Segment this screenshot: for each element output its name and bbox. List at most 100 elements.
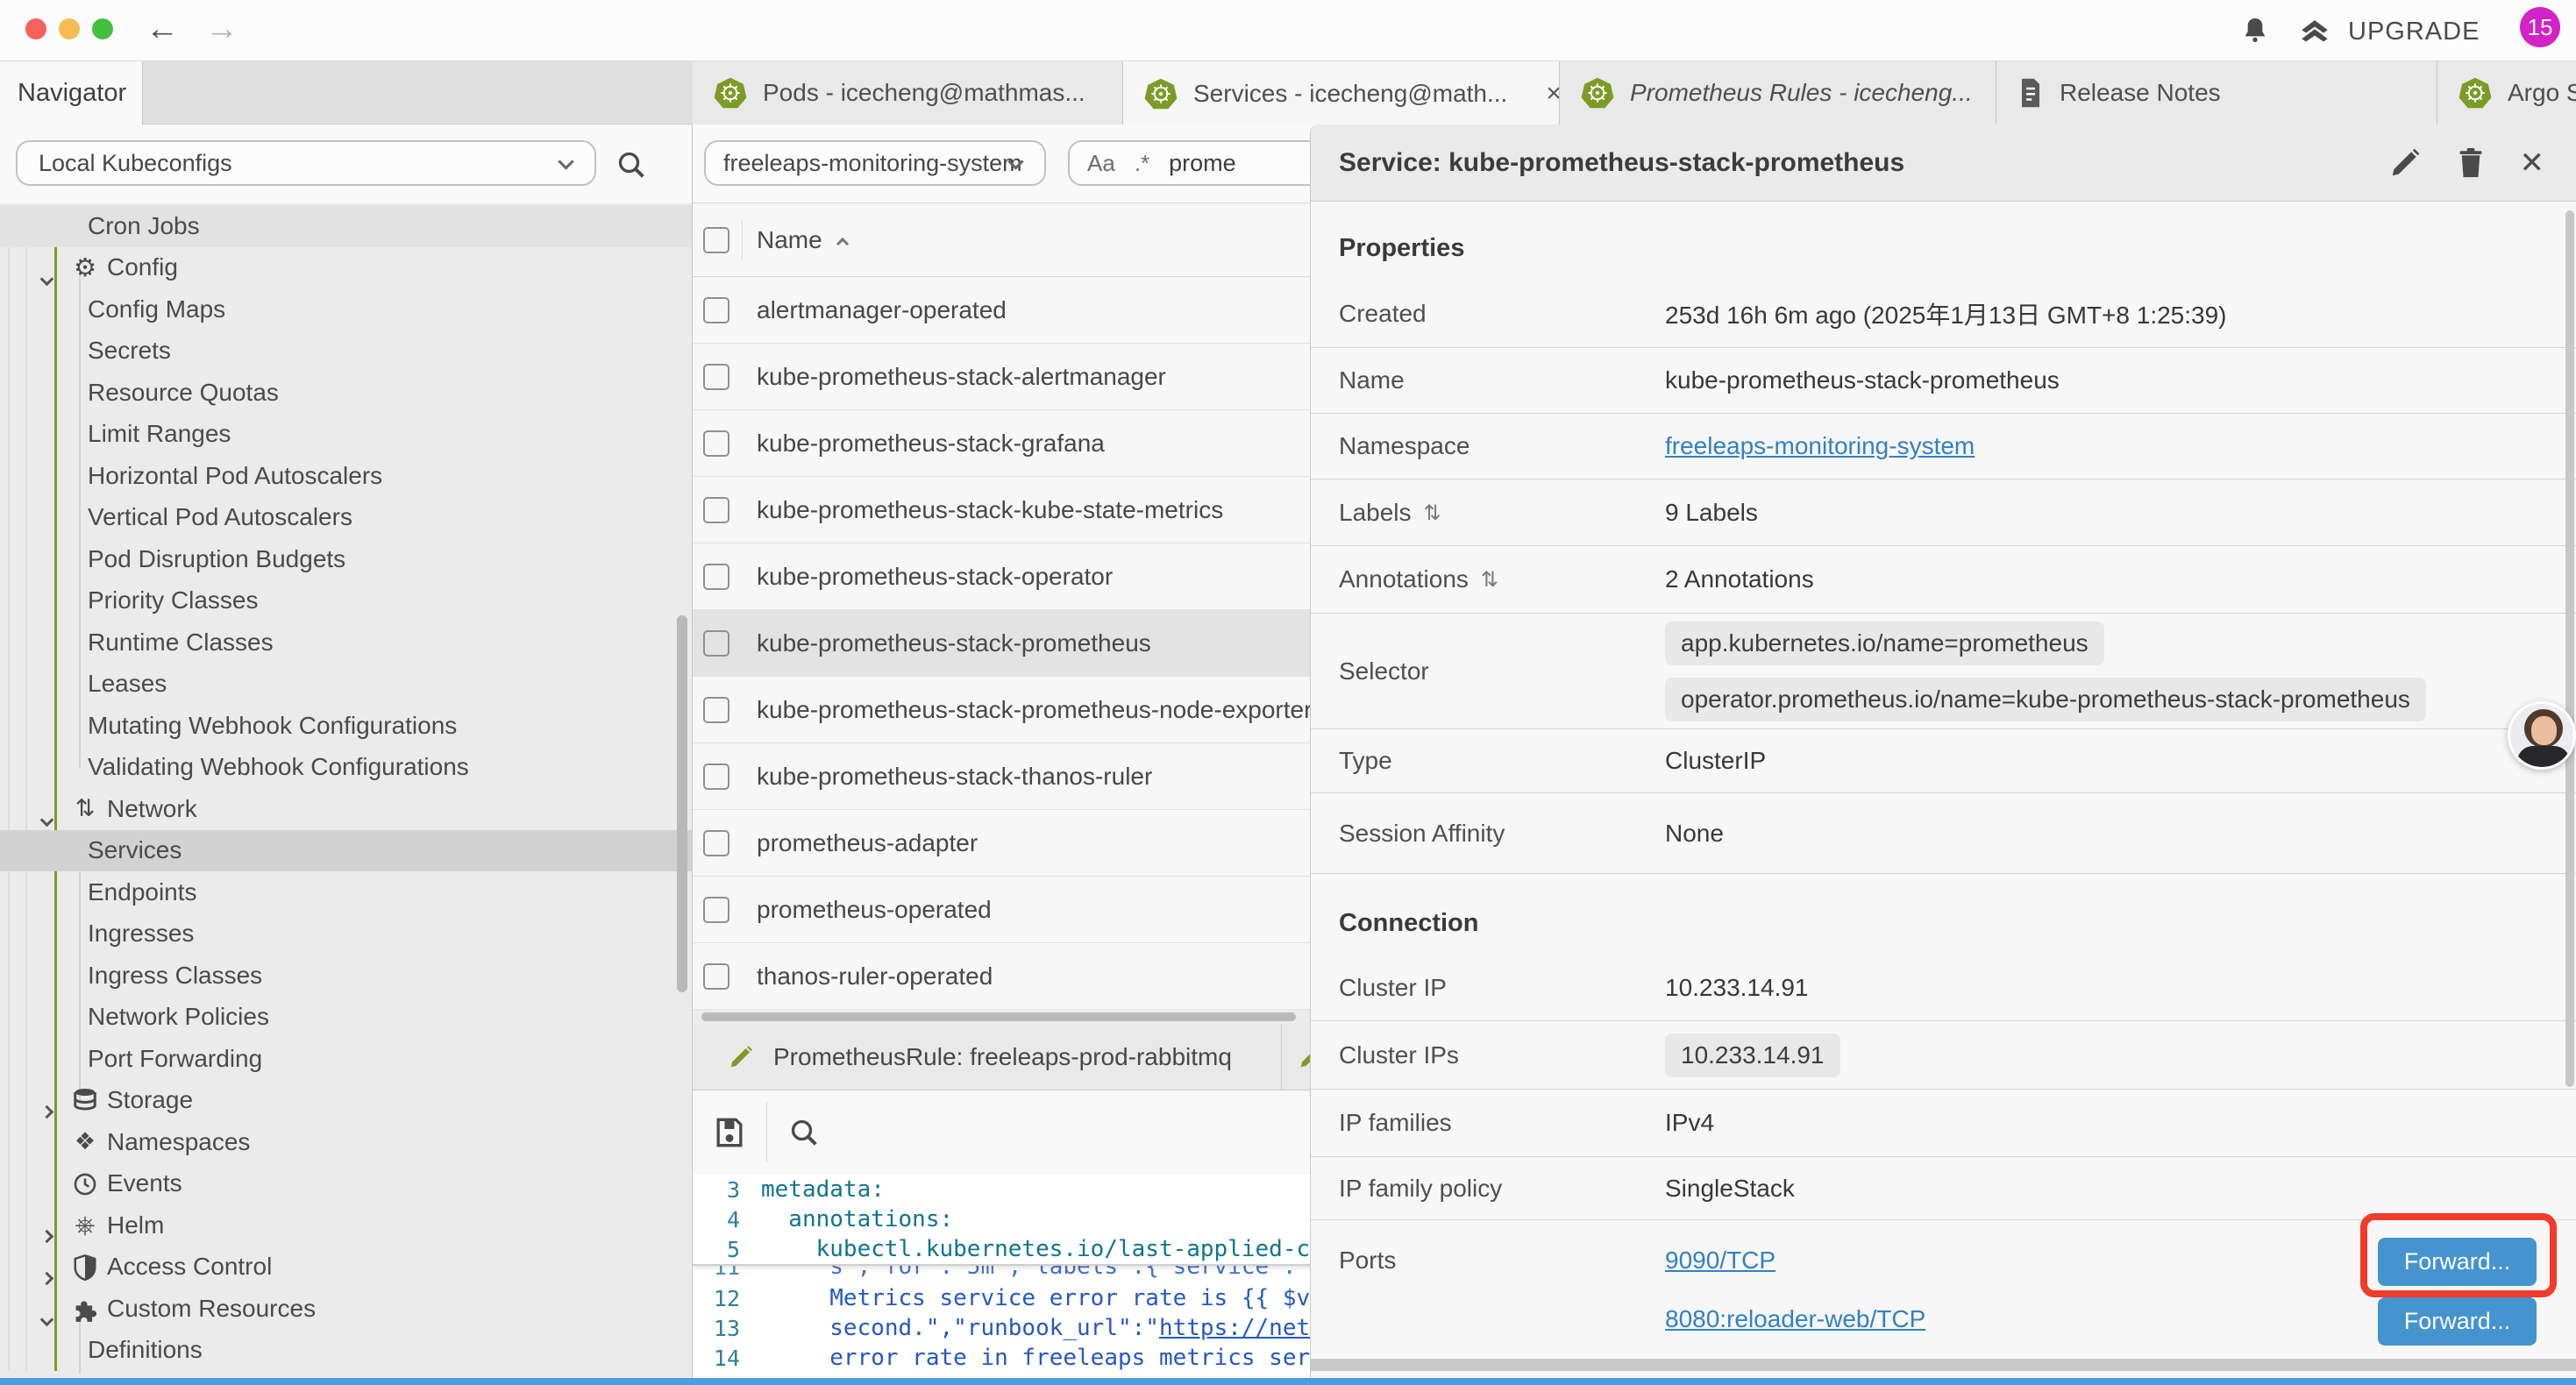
chevron-down-icon[interactable]	[42, 262, 52, 290]
sidebar-item-events[interactable]: Events	[0, 1163, 692, 1205]
forward-button[interactable]: →	[200, 7, 244, 51]
table-row[interactable]: kube-prometheus-stack-grafana	[693, 410, 1310, 477]
edit-pencil-icon[interactable]	[2388, 146, 2422, 180]
row-checkbox[interactable]	[703, 764, 729, 790]
row-checkbox[interactable]	[703, 963, 729, 990]
sidebar-item-access-control[interactable]: Access Control	[0, 1246, 692, 1289]
chevron-right-icon[interactable]	[42, 1219, 52, 1247]
sort-updown-icon[interactable]: ⇅	[1481, 567, 1498, 592]
port-link[interactable]: 8080:reloader-web/TCP	[1665, 1305, 1925, 1333]
sidebar-item-config-maps[interactable]: Config Maps	[0, 288, 692, 330]
tab-prometheus[interactable]: Prometheus Rules - icecheng...	[1560, 61, 1996, 124]
sidebar-item-vertical-pod-autoscalers[interactable]: Vertical Pod Autoscalers	[0, 497, 692, 539]
table-horizontal-scrollbar[interactable]	[693, 1010, 1310, 1024]
table-row[interactable]: prometheus-adapter	[693, 810, 1310, 877]
sidebar-item-ingress-classes[interactable]: Ingress Classes	[0, 955, 692, 997]
sidebar-item-horizontal-pod-autoscalers[interactable]: Horizontal Pod Autoscalers	[0, 455, 692, 497]
sidebar-item-endpoints[interactable]: Endpoints	[0, 871, 692, 913]
row-checkbox[interactable]	[703, 697, 729, 723]
navigator-panel-tab[interactable]: Navigator	[0, 61, 143, 124]
yaml-editor[interactable]: 3metadata:4 annotations:5 kubectl.kubern…	[693, 1175, 1310, 1378]
namespace-selector[interactable]: freeleaps-monitoring-system	[704, 140, 1046, 186]
sidebar-item-config[interactable]: ⚙Config	[0, 247, 692, 289]
table-row[interactable]: kube-prometheus-stack-kube-state-metrics	[693, 477, 1310, 543]
sidebar-item-validating-webhook-configurations[interactable]: Validating Webhook Configurations	[0, 747, 692, 789]
chevron-down-icon[interactable]	[42, 803, 52, 831]
tab-release[interactable]: Release Notes	[1996, 61, 2437, 124]
regex-icon[interactable]: .*	[1135, 150, 1149, 177]
table-row[interactable]: thanos-ruler-operated	[693, 943, 1310, 1010]
sidebar-item-leases[interactable]: Leases	[0, 664, 692, 706]
table-row[interactable]: kube-prometheus-stack-alertmanager	[693, 344, 1310, 410]
table-row[interactable]: alertmanager-operated	[693, 277, 1310, 344]
sidebar-item-network-policies[interactable]: Network Policies	[0, 997, 692, 1039]
scrollbar-thumb[interactable]	[701, 1012, 1296, 1021]
row-checkbox[interactable]	[703, 497, 729, 523]
sidebar-item-cron-jobs[interactable]: Cron Jobs	[0, 205, 692, 247]
sidebar-item-definitions[interactable]: Definitions	[0, 1330, 692, 1372]
sidebar-item-namespaces[interactable]: ❖Namespaces	[0, 1121, 692, 1163]
forward-button[interactable]: Forward...	[2378, 1297, 2537, 1346]
row-checkbox[interactable]	[703, 630, 729, 657]
sidebar-item-mutating-webhook-configurations[interactable]: Mutating Webhook Configurations	[0, 705, 692, 747]
port-link[interactable]: 9090/TCP	[1665, 1246, 1925, 1275]
sidebar-scrollbar[interactable]	[677, 615, 687, 992]
chevron-right-icon[interactable]	[42, 1261, 52, 1289]
notifications-bell-icon[interactable]	[2238, 14, 2273, 49]
sidebar-item-runtime-classes[interactable]: Runtime Classes	[0, 621, 692, 664]
match-case-icon[interactable]: Aa	[1087, 150, 1115, 177]
table-row[interactable]: kube-prometheus-stack-prometheus	[693, 610, 1310, 677]
sidebar-item-resource-quotas[interactable]: Resource Quotas	[0, 372, 692, 414]
row-checkbox[interactable]	[703, 430, 729, 457]
sidebar-item-ingresses[interactable]: Ingresses	[0, 913, 692, 955]
table-row[interactable]: kube-prometheus-stack-prometheus-node-ex…	[693, 677, 1310, 743]
tab-pods[interactable]: Pods - icecheng@mathmas...	[693, 61, 1123, 124]
select-all-checkbox[interactable]	[703, 227, 729, 253]
sidebar-item-priority-classes[interactable]: Priority Classes	[0, 580, 692, 622]
sidebar-item-secrets[interactable]: Secrets	[0, 330, 692, 373]
sidebar-item-services[interactable]: Services	[0, 830, 692, 872]
sidebar-item-limit-ranges[interactable]: Limit Ranges	[0, 414, 692, 456]
namespace-link[interactable]: freeleaps-monitoring-system	[1665, 432, 1975, 459]
user-avatar[interactable]	[2508, 701, 2576, 770]
delete-trash-icon[interactable]	[2455, 146, 2487, 180]
name-column-header[interactable]: Name	[757, 226, 822, 254]
table-row[interactable]: kube-prometheus-stack-thanos-ruler	[693, 743, 1310, 810]
detail-scrollbar[interactable]	[2565, 210, 2574, 1087]
tab-argo[interactable]: Argo Se	[2437, 61, 2576, 124]
editor-search-icon[interactable]	[786, 1115, 822, 1150]
upgrade-button[interactable]: UPGRADE	[2295, 12, 2480, 51]
window-minimize-button[interactable]	[59, 18, 80, 39]
table-row[interactable]: kube-prometheus-stack-operator	[693, 543, 1310, 610]
sort-ascending-icon[interactable]	[836, 237, 849, 249]
sidebar-search-icon[interactable]	[614, 147, 649, 182]
editor-tab-partial[interactable]	[1282, 1044, 1310, 1070]
window-close-button[interactable]	[25, 18, 46, 39]
sidebar-item-network[interactable]: ⇅Network	[0, 788, 692, 830]
row-checkbox[interactable]	[703, 564, 729, 590]
row-checkbox[interactable]	[703, 897, 729, 923]
editor-tab-prometheusrule[interactable]: PrometheusRule: freeleaps-prod-rabbitmq	[693, 1024, 1282, 1090]
window-zoom-button[interactable]	[92, 18, 113, 39]
chevron-right-icon[interactable]	[42, 1095, 52, 1123]
sidebar-item-helm[interactable]: ⎈Helm	[0, 1204, 692, 1246]
row-checkbox[interactable]	[703, 364, 729, 390]
back-button[interactable]: ←	[140, 7, 184, 51]
table-row[interactable]: prometheus-operated	[693, 877, 1310, 943]
tab-services[interactable]: Services - icecheng@math...×	[1123, 61, 1560, 125]
table-search-input[interactable]: Aa .* prome	[1068, 140, 1310, 186]
sort-updown-icon[interactable]: ⇅	[1424, 501, 1441, 525]
value-text: 10.233.14.91	[1665, 974, 1809, 1001]
chevron-down-icon[interactable]	[42, 1303, 52, 1331]
notification-count-badge[interactable]: 15	[2520, 7, 2560, 47]
kubeconfig-selector[interactable]: Local Kubeconfigs	[16, 140, 596, 186]
row-checkbox[interactable]	[703, 297, 729, 323]
close-icon[interactable]: ✕	[2520, 146, 2545, 181]
row-checkbox[interactable]	[703, 830, 729, 856]
sidebar-item-custom-resources[interactable]: Custom Resources	[0, 1288, 692, 1330]
sidebar-item-pod-disruption-budgets[interactable]: Pod Disruption Budgets	[0, 538, 692, 580]
save-icon[interactable]	[710, 1113, 749, 1152]
close-tab-icon[interactable]: ×	[1546, 79, 1560, 109]
sidebar-item-storage[interactable]: Storage	[0, 1080, 692, 1122]
sidebar-item-port-forwarding[interactable]: Port Forwarding	[0, 1038, 692, 1080]
